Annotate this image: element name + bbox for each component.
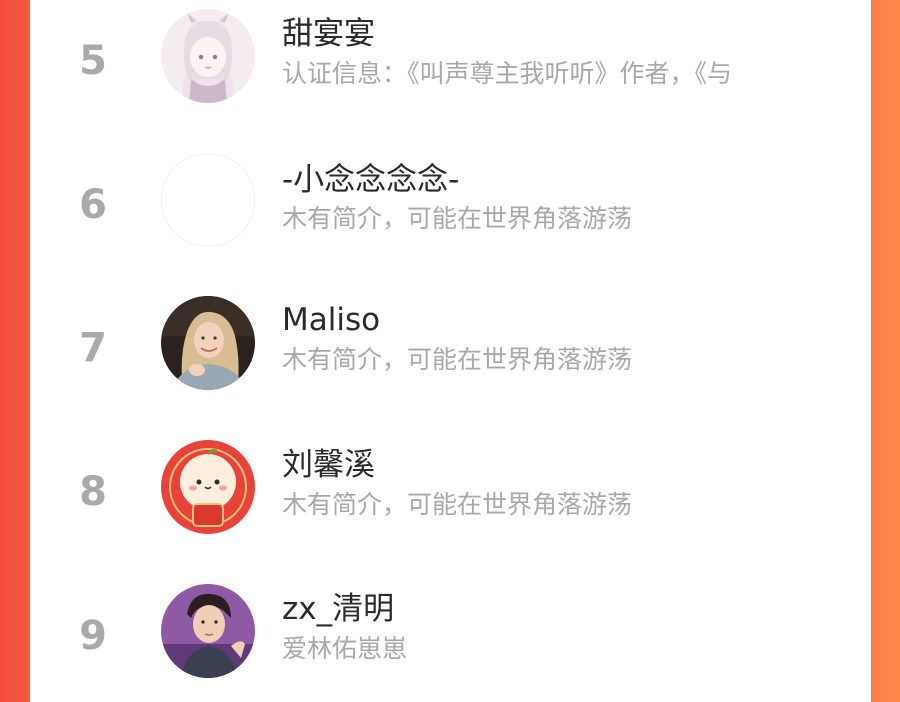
user-name: -小念念念念-	[282, 162, 460, 198]
user-description: 认证信息：《叫声尊主我听听》作者，《与	[282, 61, 733, 86]
user-name: zx_清明	[282, 591, 395, 627]
user-description: 木有简介，可能在世界角落游荡	[282, 347, 633, 372]
user-name: 刘馨溪	[282, 447, 375, 483]
blank-avatar[interactable]	[161, 153, 255, 247]
user-description: 木有简介，可能在世界角落游荡	[282, 206, 633, 231]
user-description: 爱林佑崽崽	[282, 636, 408, 661]
list-item[interactable]: 5 甜宴宴 认证信息：《叫声尊主我听听》作者，《与	[30, 0, 871, 144]
ranking-list: 5 甜宴宴 认证信息：《叫声尊主我听听》作者，《与 6 -小念念念念- 木有简介…	[30, 0, 871, 702]
rank-number: 8	[79, 469, 107, 515]
user-name: 甜宴宴	[282, 16, 375, 52]
rank-number: 5	[79, 38, 107, 84]
cartoon-face-avatar[interactable]	[161, 440, 255, 534]
list-item[interactable]: 9 zx_清明 爱林佑崽崽	[30, 576, 871, 702]
user-description: 木有简介，可能在世界角落游荡	[282, 492, 633, 517]
rank-number: 9	[79, 613, 107, 659]
user-name: Maliso	[282, 302, 381, 338]
anime-girl-avatar[interactable]	[161, 9, 255, 103]
photo-girl-avatar[interactable]	[161, 296, 255, 390]
list-item[interactable]: 6 -小念念念念- 木有简介，可能在世界角落游荡	[30, 144, 871, 288]
anime-boy-avatar[interactable]	[161, 584, 255, 678]
list-item[interactable]: 7 Maliso 木有简介，可能在世界角落游荡	[30, 288, 871, 432]
list-item[interactable]: 8 刘馨溪 木有简介，可能在世界角落游荡	[30, 432, 871, 576]
rank-number: 7	[79, 325, 107, 371]
rank-number: 6	[79, 182, 107, 228]
